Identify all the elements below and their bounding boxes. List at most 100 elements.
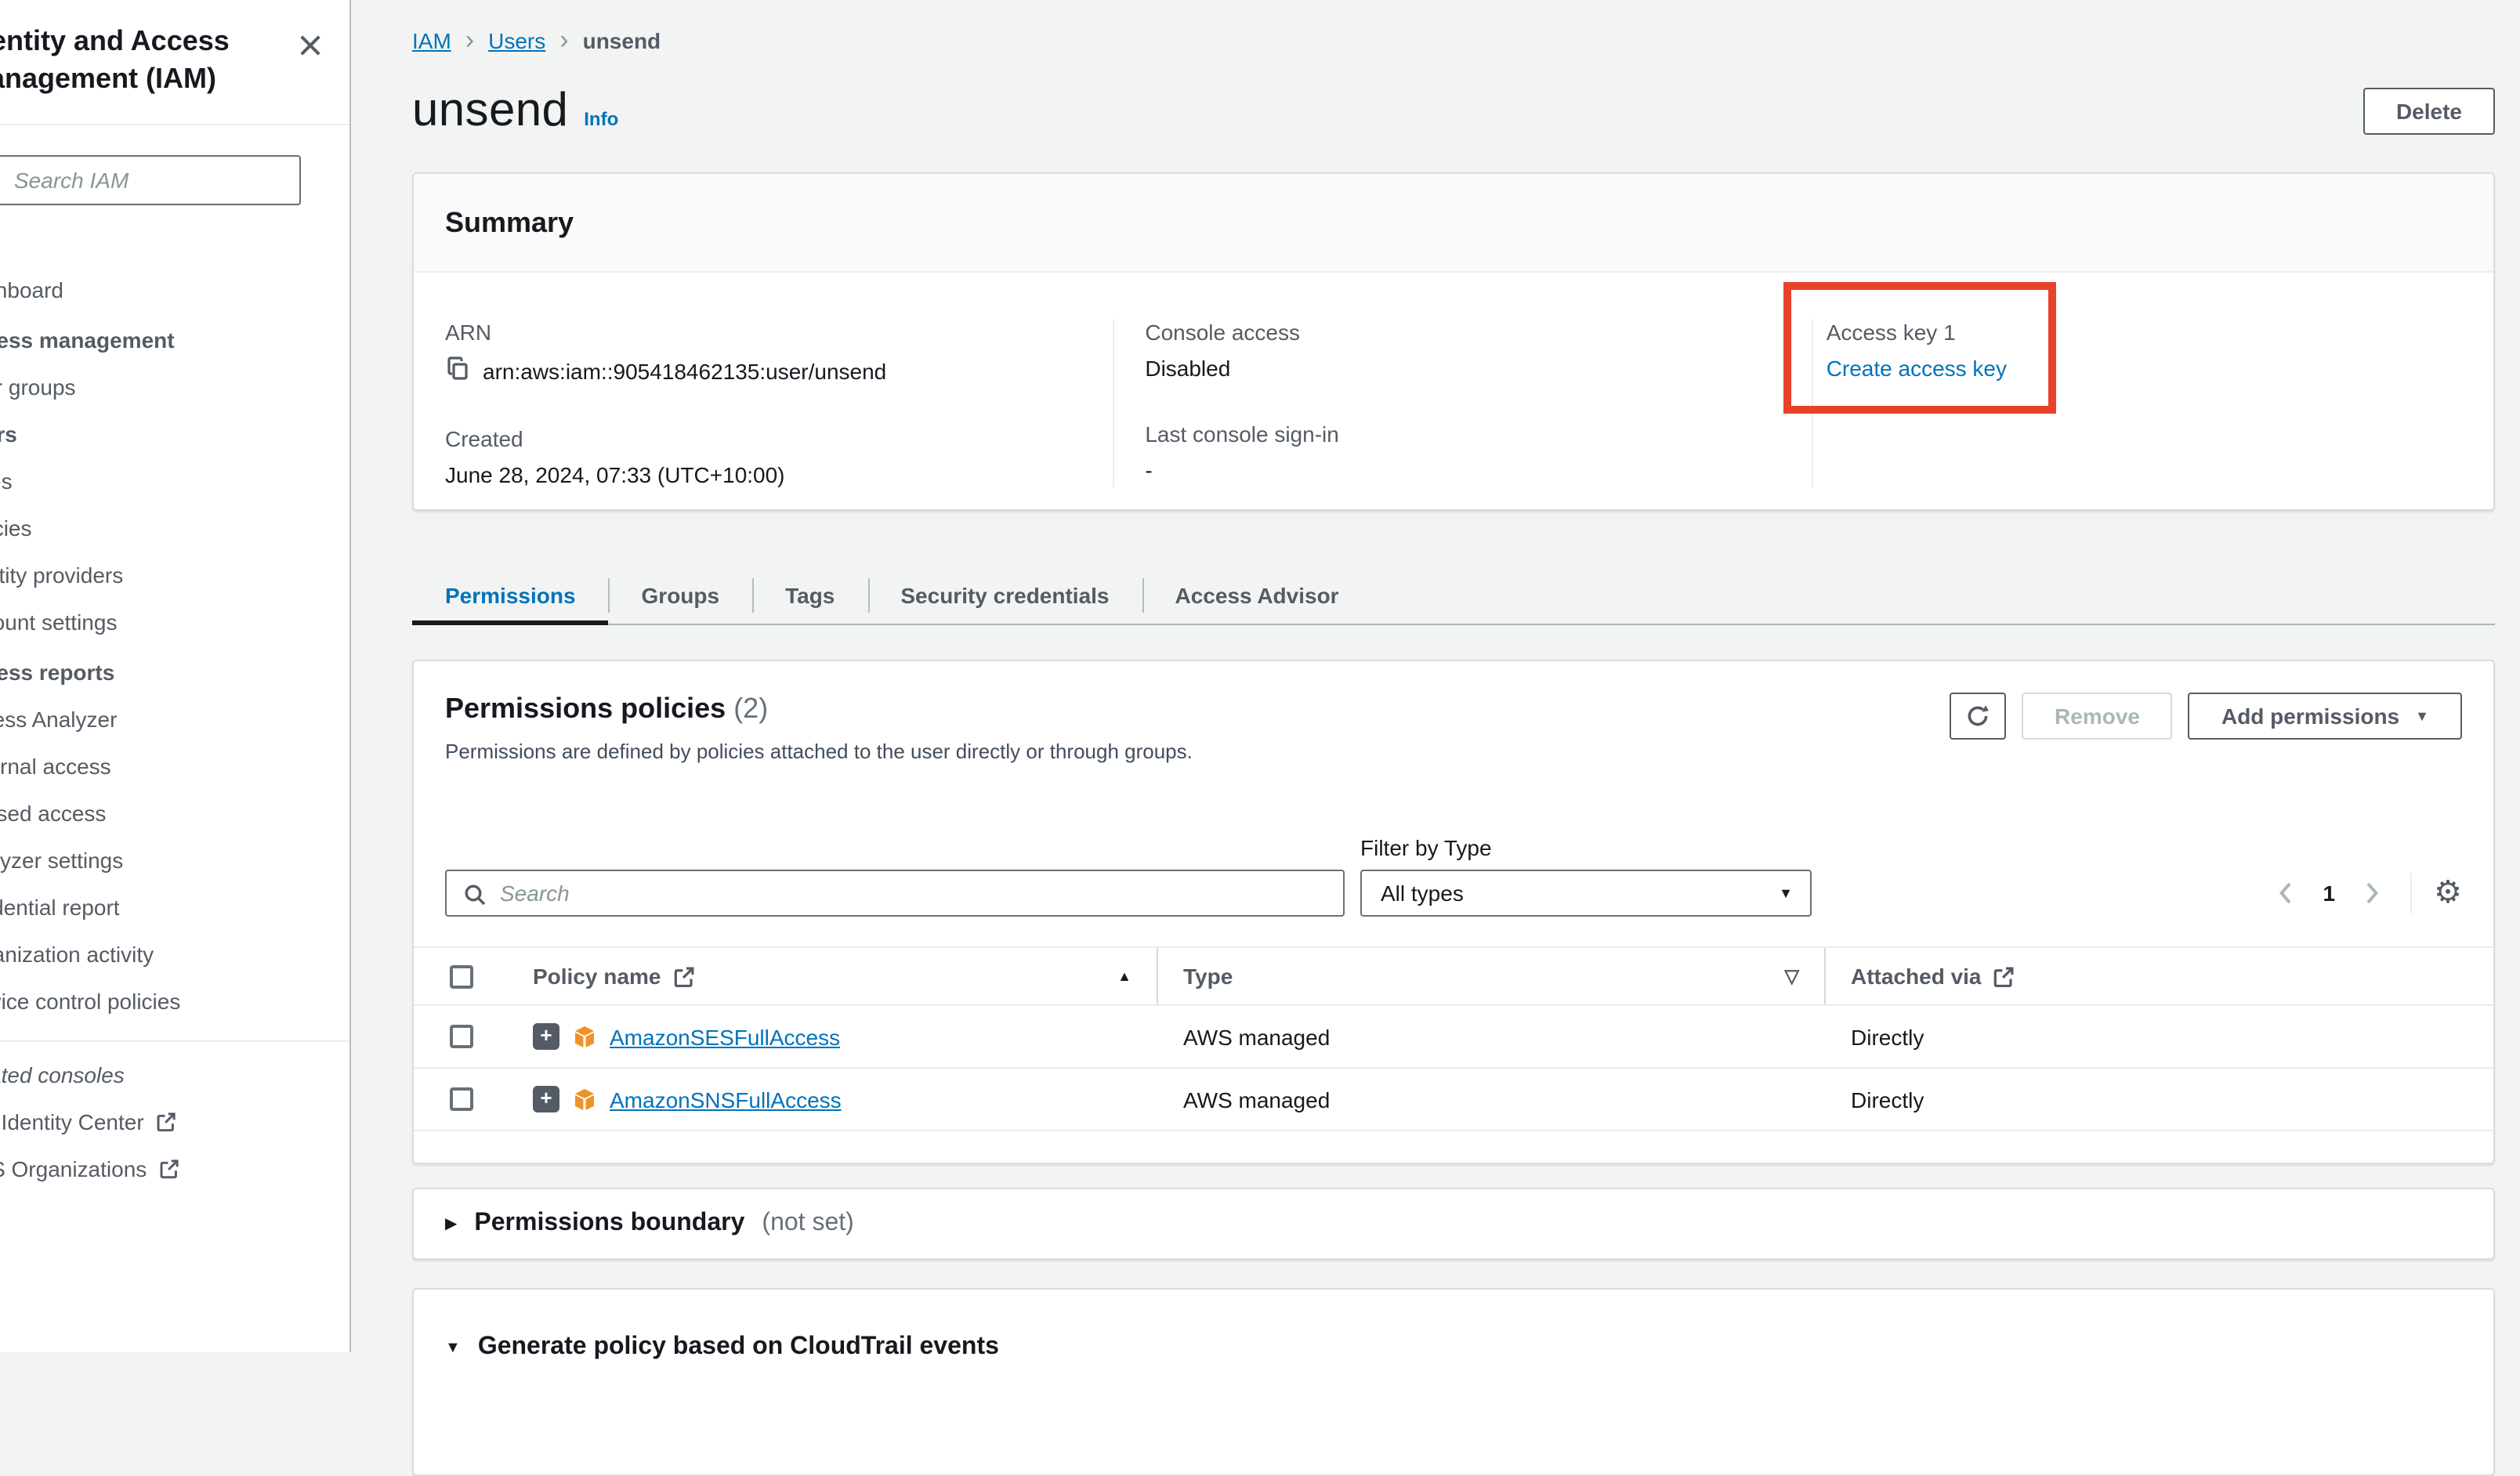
arn-value: arn:aws:iam::905418462135:user/unsend	[483, 358, 886, 383]
tab-tags[interactable]: Tags	[752, 567, 867, 624]
gear-icon[interactable]: ⚙	[2434, 877, 2462, 909]
filter-caret-icon[interactable]: ▽	[1785, 965, 1799, 987]
summary-column-console: Console access Disabled Last console sig…	[1113, 320, 1813, 487]
sidebar-item-account-settings[interactable]: Account settings	[0, 608, 351, 636]
summary-header: Summary	[414, 174, 2493, 271]
summary-body: ARN arn:aws:iam::905418462135:user/unsen…	[414, 273, 2493, 509]
related-consoles-label: Related consoles	[0, 1061, 351, 1089]
sidebar-item-organization-activity[interactable]: Organization activity	[0, 940, 351, 968]
policy-link-amazonsnsfullaccess[interactable]: AmazonSNSFullAccess	[610, 1087, 842, 1112]
summary-card: Summary ARN arn:aws:iam::905418462135:us…	[412, 172, 2495, 511]
refresh-button[interactable]	[1950, 693, 2006, 740]
chevron-right-icon	[2359, 881, 2384, 906]
sidebar-item-roles[interactable]: Roles	[0, 467, 351, 495]
policy-search-box[interactable]	[445, 870, 1345, 917]
policy-search-input[interactable]	[447, 871, 1343, 915]
chevron-down-icon: ▼	[445, 1340, 461, 1357]
search-icon	[462, 882, 487, 907]
table-row: + AmazonSNSFullAccess AWS managed Direct…	[414, 1069, 2493, 1131]
add-permissions-button[interactable]: Add permissions▼	[2189, 693, 2462, 740]
pagination-next-button[interactable]	[2354, 876, 2388, 910]
breadcrumb-current: unsend	[583, 28, 661, 53]
sidebar-section-access-reports: Access reports	[0, 658, 351, 686]
filter-by-type-label: Filter by Type	[1360, 835, 1812, 860]
created-value: June 28, 2024, 07:33 (UTC+10:00)	[445, 462, 785, 487]
type-filter-value: All types	[1381, 881, 1464, 906]
attached-via-cell: Directly	[1826, 1006, 2493, 1067]
external-link-icon	[672, 964, 695, 988]
permissions-boundary-status: (not set)	[762, 1210, 853, 1238]
console-access-label: Console access	[1145, 320, 1780, 345]
breadcrumb-link-iam[interactable]: IAM	[412, 28, 451, 53]
permissions-boundary-section[interactable]: ▶ Permissions boundary (not set)	[412, 1188, 2495, 1260]
divider	[2410, 873, 2412, 913]
policies-table: Policy name ▲ Type ▽ Attached via	[414, 946, 2493, 1131]
tab-permissions[interactable]: Permissions	[412, 567, 609, 624]
access-key-label: Access key 1	[1827, 320, 2462, 345]
expand-row-icon[interactable]: +	[533, 1023, 559, 1050]
last-signin-value: -	[1145, 458, 1152, 483]
main-content: IAM › Users › unsend unsend Info Delete …	[351, 0, 2520, 1352]
sidebar-item-user-groups[interactable]: User groups	[0, 373, 351, 401]
chevron-right-icon: ▶	[445, 1215, 457, 1232]
tab-access-advisor[interactable]: Access Advisor	[1142, 567, 1372, 624]
tab-security-credentials[interactable]: Security credentials	[867, 567, 1142, 624]
column-header-policy-name[interactable]: Policy name ▲	[508, 948, 1158, 1004]
sidebar-search-box[interactable]	[0, 155, 301, 205]
sidebar-item-service-control-policies[interactable]: Service control policies	[0, 987, 351, 1015]
sidebar-item-unused-access[interactable]: Unused access	[0, 799, 351, 827]
row-checkbox[interactable]	[449, 1087, 472, 1111]
tab-groups[interactable]: Groups	[609, 567, 753, 624]
column-header-attached-via[interactable]: Attached via	[1826, 948, 2493, 1004]
divider	[0, 124, 351, 125]
select-all-checkbox[interactable]	[449, 964, 472, 988]
external-link-icon	[1993, 964, 2016, 988]
sidebar-item-access-analyzer[interactable]: Access Analyzer	[0, 705, 351, 733]
pagination-prev-button[interactable]	[2270, 876, 2305, 910]
iam-sidebar: Identity and Access Management (IAM) Das…	[0, 0, 351, 1352]
row-checkbox[interactable]	[449, 1025, 472, 1048]
sort-ascending-icon[interactable]: ▲	[1117, 968, 1131, 984]
expand-row-icon[interactable]: +	[533, 1086, 559, 1112]
policy-count: (2)	[733, 693, 768, 724]
chevron-right-icon: ›	[465, 30, 474, 52]
page-header: unsend Info Delete	[412, 85, 2495, 138]
column-header-type[interactable]: Type ▽	[1158, 948, 1826, 1004]
sidebar-item-aws-organizations[interactable]: AWS Organizations	[0, 1155, 351, 1183]
sidebar-item-dashboard[interactable]: Dashboard	[0, 276, 351, 304]
sidebar-item-credential-report[interactable]: Credential report	[0, 893, 351, 921]
tab-bar: Permissions Groups Tags Security credent…	[412, 567, 2495, 625]
sidebar-nav: Dashboard Access management User groups …	[0, 276, 351, 1202]
external-link-icon	[158, 1158, 179, 1180]
divider	[0, 1040, 351, 1042]
copy-icon[interactable]	[445, 356, 470, 385]
sidebar-item-analyzer-settings[interactable]: Analyzer settings	[0, 846, 351, 874]
sidebar-item-iam-identity-center[interactable]: IAM Identity Center	[0, 1108, 351, 1136]
table-header-row: Policy name ▲ Type ▽ Attached via	[414, 946, 2493, 1006]
permissions-policies-card: Permissions policies (2) Permissions are…	[412, 660, 2495, 1164]
delete-button[interactable]: Delete	[2363, 88, 2495, 135]
permissions-policies-heading: Permissions policies (2)	[445, 693, 1193, 725]
sidebar-section-access-management: Access management	[0, 326, 351, 354]
sidebar-item-users[interactable]: Users	[0, 420, 351, 448]
chevron-left-icon	[2275, 881, 2300, 906]
summary-column-access-key: Access key 1 Create access key	[1814, 320, 2493, 487]
generate-policy-section[interactable]: ▼ Generate policy based on CloudTrail ev…	[412, 1288, 2495, 1476]
breadcrumb-link-users[interactable]: Users	[488, 28, 545, 53]
summary-column-arn: ARN arn:aws:iam::905418462135:user/unsen…	[414, 320, 1113, 487]
type-filter-select[interactable]: All types ▼	[1360, 870, 1812, 917]
policy-link-amazonsesfullaccess[interactable]: AmazonSESFullAccess	[610, 1024, 840, 1049]
breadcrumb: IAM › Users › unsend	[412, 28, 2495, 53]
sidebar-search-input[interactable]	[0, 157, 299, 204]
close-icon[interactable]	[296, 31, 324, 60]
pagination-current-page[interactable]: 1	[2323, 881, 2336, 906]
remove-button[interactable]: Remove	[2022, 693, 2173, 740]
managed-policy-icon	[572, 1024, 597, 1049]
sidebar-item-policies[interactable]: Policies	[0, 514, 351, 542]
sidebar-item-external-access[interactable]: External access	[0, 752, 351, 780]
last-signin-label: Last console sign-in	[1145, 421, 1780, 447]
create-access-key-link[interactable]: Create access key	[1827, 356, 2007, 381]
generate-policy-heading: Generate policy based on CloudTrail even…	[478, 1333, 999, 1362]
sidebar-item-identity-providers[interactable]: Identity providers	[0, 561, 351, 589]
info-link[interactable]: Info	[584, 108, 618, 130]
